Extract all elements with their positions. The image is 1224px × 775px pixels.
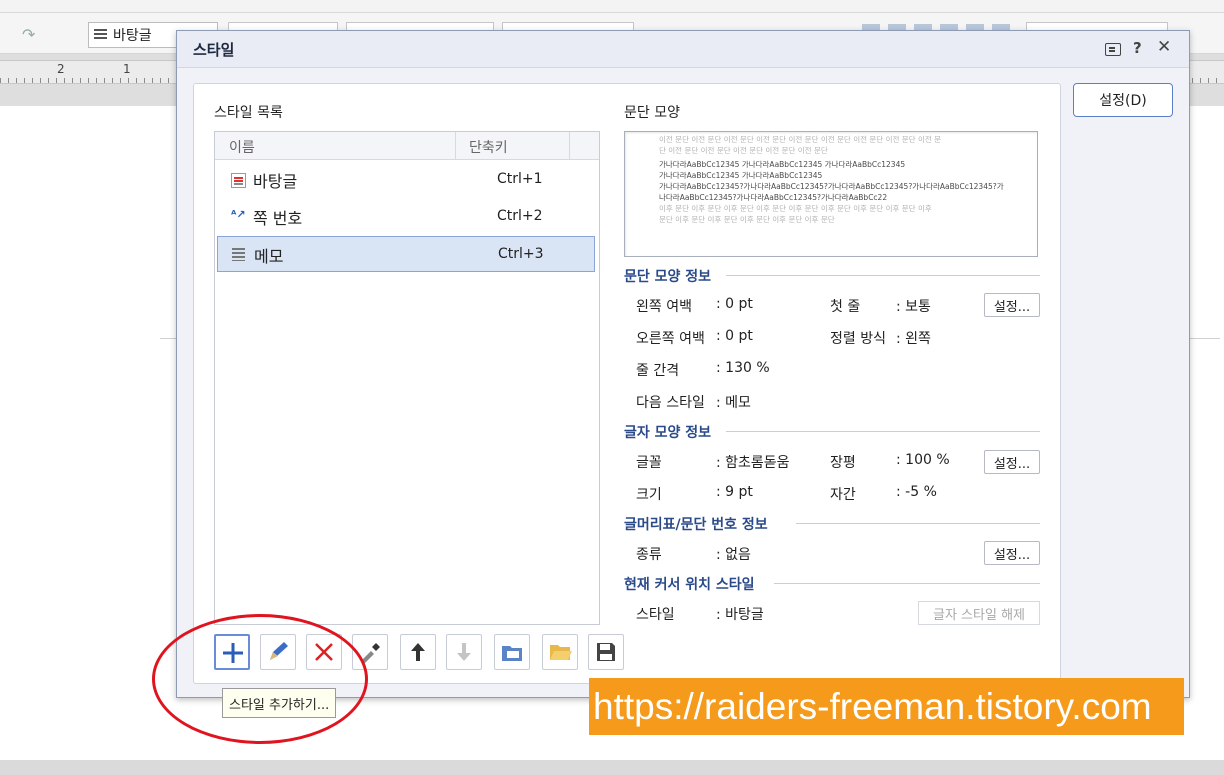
release-char-style-button[interactable]: 글자 스타일 해제 xyxy=(918,601,1040,625)
style-row-memo[interactable]: 메모 Ctrl+3 xyxy=(217,236,595,272)
column-divider xyxy=(455,132,456,159)
char-settings-button[interactable]: 설정... xyxy=(984,450,1040,474)
preview-line: 가나다라AaBbCc12345?가나다라AaBbCc12345?가나다라AaBb… xyxy=(659,182,1004,191)
font-value: : 함초롬돋움 xyxy=(716,455,790,471)
divider xyxy=(726,431,1040,432)
line-spacing-value: : 130 % xyxy=(716,360,770,376)
cursor-info-title: 현재 커서 위치 스타일 xyxy=(624,577,755,593)
style-shortcut: Ctrl+3 xyxy=(498,246,544,262)
style-name: 바탕글 xyxy=(253,172,298,191)
preview-line: 문단 이후 문단 이후 문단 이후 문단 이후 문단 이후 문단 xyxy=(659,215,835,224)
first-line-value: : 보통 xyxy=(896,299,931,315)
memo-icon[interactable] xyxy=(1105,43,1121,56)
right-margin-label: 오른쪽 여백 xyxy=(636,331,705,347)
style-row-bathanggeul[interactable]: 바탕글 Ctrl+1 xyxy=(217,162,595,196)
para-info-title: 문단 모양 정보 xyxy=(624,269,712,285)
preview-line: 나다라AaBbCc12345?가나다라AaBbCc12345?가나다라AaBbC… xyxy=(659,193,888,202)
style-icon xyxy=(94,29,107,41)
style-shortcut: Ctrl+1 xyxy=(497,171,543,187)
style-folder-icon xyxy=(502,646,522,661)
size-value: : 9 pt xyxy=(716,484,753,500)
style-dialog: 스타일 ? ✕ 스타일 목록 이름 단축키 바탕글 Ctrl+1 ᴬ↗ 쪽 번호… xyxy=(176,30,1190,698)
char-style-icon: ᴬ↗ xyxy=(231,208,246,221)
first-line-label: 첫 줄 xyxy=(830,299,861,315)
paragraph-style-icon xyxy=(231,173,246,188)
left-margin-label: 왼쪽 여백 xyxy=(636,299,692,315)
bullet-settings-button[interactable]: 설정... xyxy=(984,541,1040,565)
style-list-header: 이름 단축키 xyxy=(215,132,599,160)
style-shortcut: Ctrl+2 xyxy=(497,208,543,224)
column-header-name[interactable]: 이름 xyxy=(229,137,255,157)
preview-line: 가나다라AaBbCc12345 가나다라AaBbCc12345 가나다라AaBb… xyxy=(659,160,906,169)
cursor-style-label: 스타일 xyxy=(636,607,675,623)
next-style-label: 다음 스타일 xyxy=(636,395,705,411)
cursor-style-value: : 바탕글 xyxy=(716,607,764,623)
annotation-circle xyxy=(152,614,368,744)
align-value: : 왼쪽 xyxy=(896,331,931,347)
paragraph-preview: 이전 문단 이전 문단 이전 문단 이전 문단 이전 문단 이전 문단 이전 문… xyxy=(624,131,1038,257)
redo-icon[interactable]: ↷ xyxy=(22,25,35,44)
ruler-number: 2 xyxy=(57,62,65,76)
status-bar xyxy=(0,760,1224,775)
column-divider xyxy=(569,132,570,159)
align-label: 정렬 방식 xyxy=(830,331,886,347)
bullet-info-title: 글머리표/문단 번호 정보 xyxy=(624,517,768,533)
spacing-value: : -5 % xyxy=(896,484,937,500)
open-style-button[interactable] xyxy=(542,634,578,670)
preview-line: 이전 문단 이전 문단 이전 문단 이전 문단 이전 문단 이전 문단 이전 문… xyxy=(659,135,942,144)
column-header-shortcut[interactable]: 단축키 xyxy=(469,137,508,157)
dialog-title: 스타일 xyxy=(193,41,235,59)
settings-button[interactable]: 설정(D) xyxy=(1073,83,1173,117)
watermark: https://raiders-freeman.tistory.com xyxy=(589,678,1184,735)
save-style-button[interactable] xyxy=(588,634,624,670)
para-settings-button[interactable]: 설정... xyxy=(984,293,1040,317)
preview-line: 단 이전 문단 이전 문단 이전 문단 이전 문단 이전 문단 xyxy=(659,146,828,155)
paragraph-style-icon xyxy=(232,248,245,261)
bullet-type-value: : 없음 xyxy=(716,547,751,563)
ruler-number: 1 xyxy=(123,62,131,76)
close-icon[interactable]: ✕ xyxy=(1157,37,1171,57)
arrow-up-icon xyxy=(411,643,425,661)
save-icon xyxy=(597,643,615,661)
preview-line: 이후 문단 이후 문단 이후 문단 이후 문단 이후 문단 이후 문단 이후 문… xyxy=(659,204,932,213)
size-label: 크기 xyxy=(636,487,662,503)
divider xyxy=(796,523,1040,524)
style-list-label: 스타일 목록 xyxy=(214,105,283,121)
preview-label: 문단 모양 xyxy=(624,105,680,121)
divider xyxy=(774,583,1040,584)
style-name: 메모 xyxy=(254,247,284,266)
help-icon[interactable]: ? xyxy=(1133,39,1142,57)
dialog-titlebar[interactable]: 스타일 ? ✕ xyxy=(177,31,1189,68)
style-name: 쪽 번호 xyxy=(253,209,303,228)
divider xyxy=(726,275,1040,276)
bullet-type-label: 종류 xyxy=(636,547,662,563)
char-info-title: 글자 모양 정보 xyxy=(624,425,712,441)
font-label: 글꼴 xyxy=(636,455,662,471)
app-menubar xyxy=(0,0,1224,13)
arrow-down-icon xyxy=(457,643,471,661)
next-style-value: : 메모 xyxy=(716,395,751,411)
line-spacing-label: 줄 간격 xyxy=(636,363,680,379)
folder-icon xyxy=(550,645,572,660)
spacing-label: 자간 xyxy=(830,487,856,503)
preview-line: 가나다라AaBbCc12345 가나다라AaBbCc12345 xyxy=(659,171,823,180)
right-margin-value: : 0 pt xyxy=(716,328,753,344)
style-select-value: 바탕글 xyxy=(113,28,152,44)
left-margin-value: : 0 pt xyxy=(716,296,753,312)
move-up-button[interactable] xyxy=(400,634,436,670)
style-row-page-number[interactable]: ᴬ↗ 쪽 번호 Ctrl+2 xyxy=(217,199,595,233)
move-down-button[interactable] xyxy=(446,634,482,670)
width-label: 장평 xyxy=(830,455,856,471)
width-value: : 100 % xyxy=(896,452,950,468)
main-panel: 스타일 목록 이름 단축키 바탕글 Ctrl+1 ᴬ↗ 쪽 번호 Ctrl+2 … xyxy=(193,83,1061,684)
import-style-button[interactable] xyxy=(494,634,530,670)
style-list[interactable]: 이름 단축키 바탕글 Ctrl+1 ᴬ↗ 쪽 번호 Ctrl+2 메모 Ctrl… xyxy=(214,131,600,625)
